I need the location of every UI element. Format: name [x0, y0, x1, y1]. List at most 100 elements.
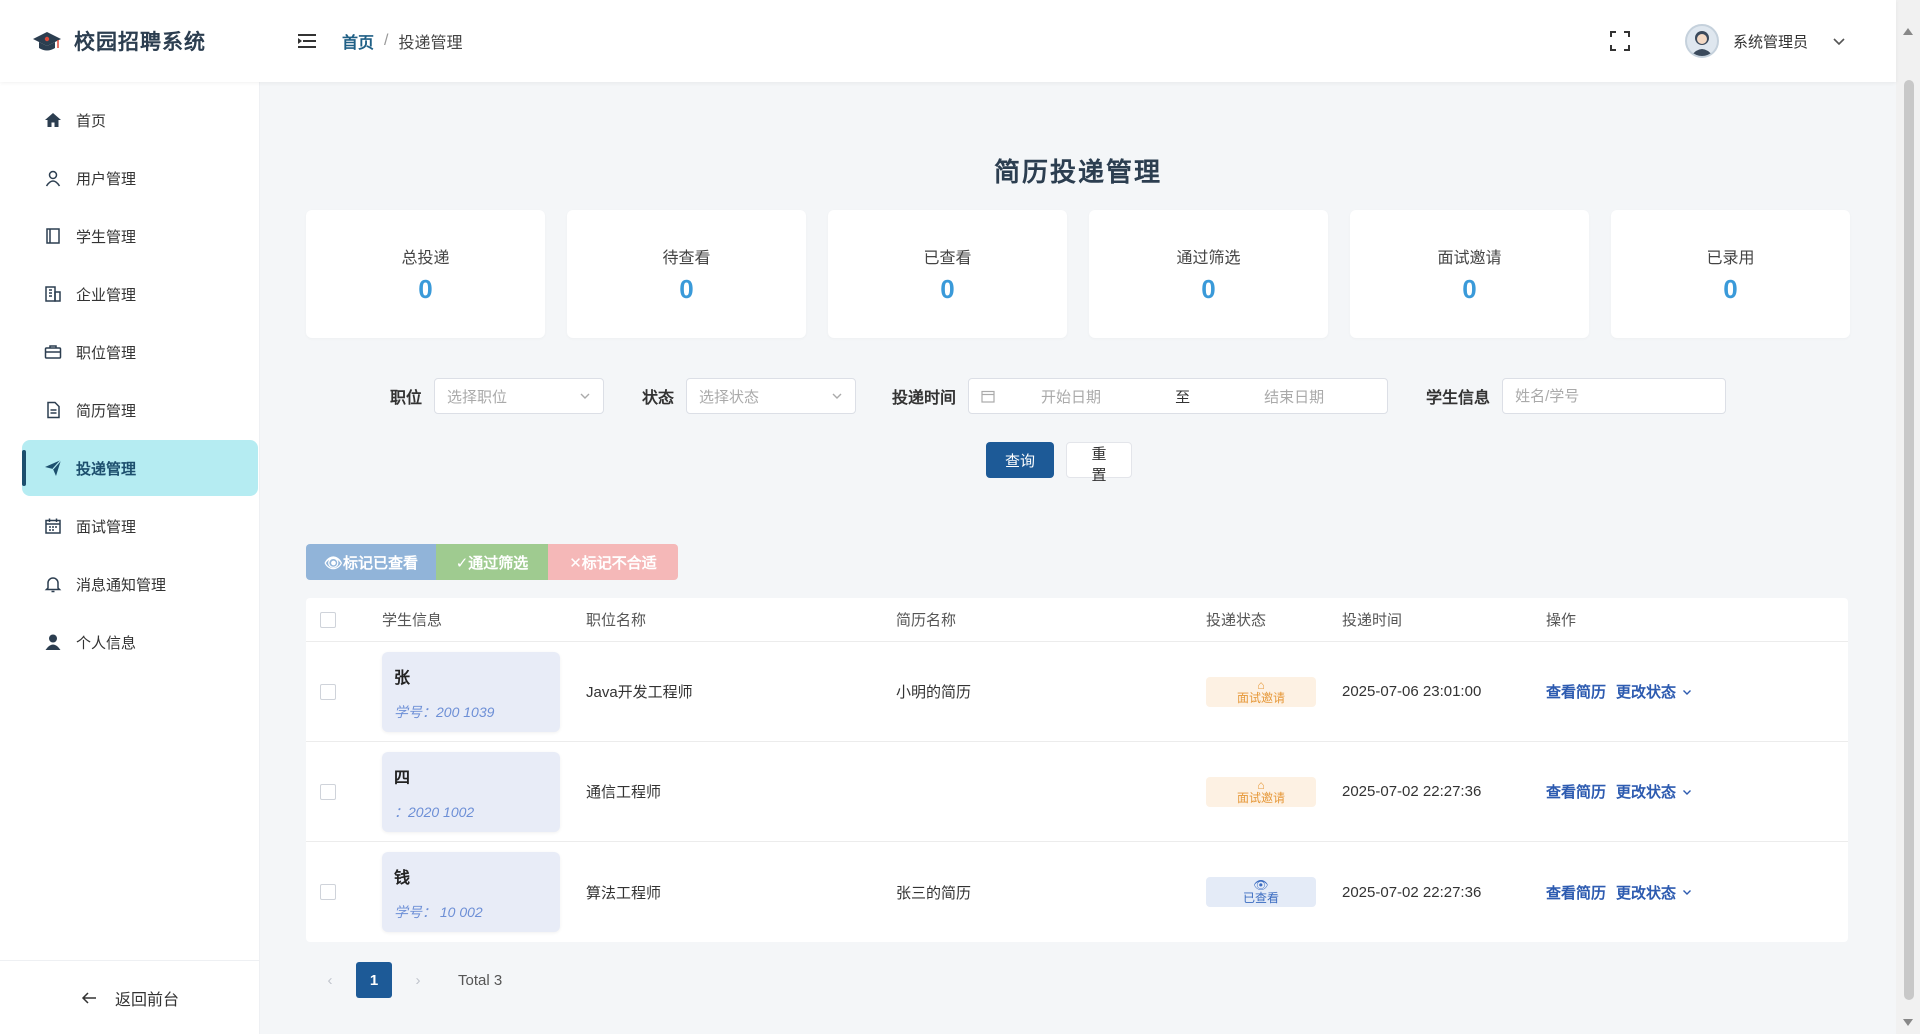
student-info-card: 四 ：2020 1002 — [382, 751, 560, 832]
stat-value: 0 — [418, 273, 433, 304]
sidebar-item-positions[interactable]: 职位管理 — [22, 324, 258, 380]
home-icon: ⌂ — [1257, 777, 1265, 792]
student-info-card: 张 学号：200 1039 — [382, 651, 560, 732]
send-icon — [45, 459, 62, 476]
home-icon — [45, 113, 61, 127]
change-status-dropdown[interactable]: 更改状态 — [1616, 882, 1692, 903]
stat-value: 0 — [1201, 273, 1216, 304]
position-select[interactable]: 选择职位 — [434, 378, 605, 414]
view-resume-link[interactable]: 查看简历 — [1546, 681, 1606, 702]
change-status-dropdown[interactable]: 更改状态 — [1616, 781, 1692, 802]
person-icon — [45, 634, 61, 650]
end-date-input[interactable]: 结束日期 — [1264, 386, 1324, 407]
sidebar-item-label: 学生管理 — [76, 228, 137, 246]
row-checkbox[interactable] — [320, 783, 336, 800]
mark-viewed-button[interactable]: 👁标记已查看 — [306, 544, 436, 580]
pass-screening-button[interactable]: ✓通过筛选 — [436, 544, 548, 580]
avatar[interactable] — [1684, 24, 1719, 58]
app-logo: 校园招聘系统 — [0, 26, 260, 56]
pagination-total: Total 3 — [458, 971, 503, 989]
stat-value: 0 — [940, 273, 955, 304]
bell-icon — [44, 577, 62, 593]
user-name[interactable]: 系统管理员 — [1733, 31, 1808, 52]
status-badge: ⌂ 面试邀请 — [1206, 676, 1316, 707]
scroll-down-arrow[interactable] — [1903, 1019, 1913, 1026]
status-text: 面试邀请 — [1236, 790, 1285, 805]
sidebar-item-interviews[interactable]: 面试管理 — [22, 498, 258, 554]
chevron-down-icon[interactable] — [1832, 34, 1846, 48]
student-search-input[interactable] — [1502, 378, 1727, 414]
sidebar-item-resumes[interactable]: 简历管理 — [22, 382, 258, 438]
prev-page-button[interactable]: ‹ — [320, 972, 340, 989]
student-id: 学号： 10 002 — [394, 904, 483, 920]
table-row: 钱 学号： 10 002 算法工程师 张三的简历 👁 已查看 2025-07-0… — [306, 842, 1848, 942]
status-select[interactable]: 选择状态 — [686, 378, 857, 414]
student-id: ：2020 1002 — [394, 803, 475, 820]
date-range-picker[interactable]: 开始日期 至 结束日期 — [968, 378, 1389, 414]
sidebar-item-companies[interactable]: 企业管理 — [22, 266, 258, 322]
row-checkbox[interactable] — [320, 683, 336, 700]
breadcrumb: 首页 / 投递管理 — [342, 29, 462, 53]
scroll-up-arrow[interactable] — [1903, 28, 1913, 35]
column-header: 操作 — [1546, 612, 1577, 629]
student-filter-label: 学生信息 — [1426, 390, 1491, 407]
page-number[interactable]: 1 — [356, 962, 392, 998]
column-header: 职位名称 — [586, 612, 647, 629]
menu-toggle-button[interactable] — [296, 30, 318, 52]
filter-bar: 职位 选择职位 状态 选择状态 投递时间 开始日期 至 结束日期 学生信息 — [390, 378, 1727, 414]
chevron-down-icon — [1683, 890, 1692, 895]
column-header: 简历名称 — [896, 612, 957, 629]
fullscreen-icon[interactable] — [1609, 30, 1631, 52]
status-text: 面试邀请 — [1236, 690, 1285, 705]
briefcase-icon — [44, 345, 62, 359]
stat-card-viewed: 已查看 0 — [828, 210, 1067, 338]
reset-button[interactable]: 重置 — [1066, 442, 1132, 484]
scrollbar-thumb[interactable] — [1904, 80, 1914, 1000]
change-status-dropdown[interactable]: 更改状态 — [1616, 681, 1692, 702]
stat-value: 0 — [679, 273, 694, 304]
sidebar-item-profile[interactable]: 个人信息 — [22, 614, 258, 670]
sidebar-item-students[interactable]: 学生管理 — [22, 208, 258, 264]
app-title: 校园招聘系统 — [74, 31, 206, 54]
stat-label: 待查看 — [662, 249, 711, 267]
sidebar-item-notifications[interactable]: 消息通知管理 — [22, 556, 258, 612]
graduation-cap-icon — [33, 32, 61, 51]
mark-unsuitable-button[interactable]: ✕标记不合适 — [548, 544, 678, 580]
row-checkbox[interactable] — [320, 884, 336, 900]
user-avatar-icon — [1690, 31, 1713, 56]
chevron-down-icon — [832, 393, 842, 399]
sidebar-item-label: 用户管理 — [76, 170, 137, 188]
change-status-label: 更改状态 — [1616, 884, 1677, 902]
view-resume-link[interactable]: 查看简历 — [1546, 882, 1606, 903]
change-status-label: 更改状态 — [1616, 784, 1677, 801]
book-icon — [46, 228, 60, 244]
query-button[interactable]: 查询 — [986, 442, 1054, 478]
user-icon — [45, 170, 61, 187]
sidebar-item-label: 个人信息 — [76, 634, 137, 652]
next-page-button[interactable]: › — [408, 972, 428, 989]
student-id: 学号：200 1039 — [394, 703, 495, 720]
sidebar-item-home[interactable]: 首页 — [22, 92, 258, 148]
pagination: ‹ 1 › Total 3 — [320, 962, 502, 998]
student-name: 钱 — [394, 870, 411, 887]
sidebar-item-label: 消息通知管理 — [76, 576, 167, 594]
sidebar-item-applications[interactable]: 投递管理 — [22, 440, 258, 496]
breadcrumb-home[interactable]: 首页 — [342, 29, 374, 53]
start-date-input[interactable]: 开始日期 — [1041, 386, 1101, 407]
page-scrollbar[interactable] — [1896, 0, 1920, 1034]
menu-fold-icon — [298, 34, 316, 48]
status-badge: 👁 已查看 — [1206, 877, 1316, 907]
chevron-down-icon — [1683, 689, 1692, 695]
stat-label: 已录用 — [1706, 249, 1755, 267]
header-user-area: 系统管理员 — [1609, 24, 1896, 58]
back-to-front-button[interactable]: 返回前台 — [0, 960, 260, 1034]
status-select-placeholder: 选择状态 — [699, 388, 760, 406]
view-resume-link[interactable]: 查看简历 — [1546, 781, 1606, 802]
chevron-down-icon — [1683, 789, 1692, 795]
select-all-checkbox[interactable] — [320, 611, 336, 628]
sidebar-item-users[interactable]: 用户管理 — [22, 150, 258, 206]
position-select-placeholder: 选择职位 — [447, 388, 508, 406]
stats-row: 总投递 0 待查看 0 已查看 0 通过筛选 0 面试邀请 0 已录用 0 — [306, 210, 1850, 338]
sidebar-item-label: 投递管理 — [76, 460, 137, 478]
status-badge: ⌂ 面试邀请 — [1206, 776, 1316, 807]
